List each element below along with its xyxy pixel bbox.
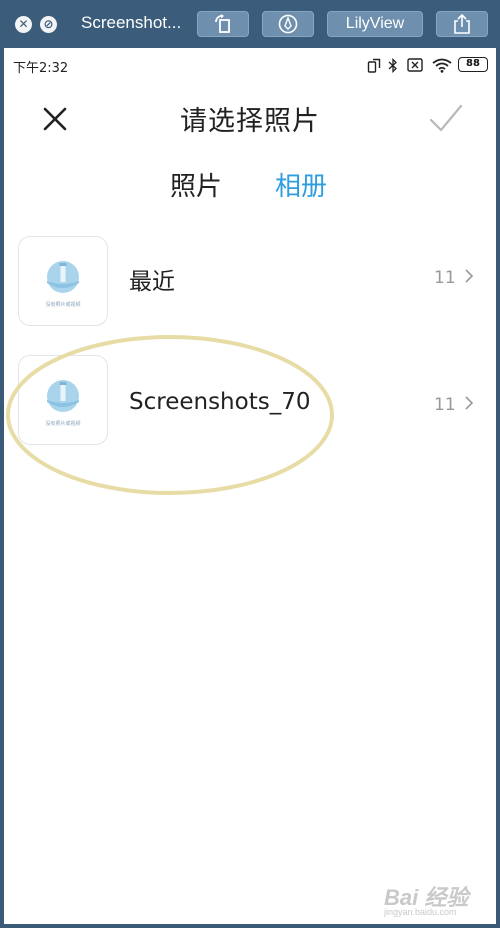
thumbnail-caption: 没有照片或视频 xyxy=(45,302,81,308)
status-bar: 下午2:32 88 xyxy=(4,48,496,84)
baidu-jingyan-watermark: Bai 经验 jingyan.baidu.com xyxy=(384,880,484,924)
top-navigation: 请选择照片 xyxy=(4,84,496,154)
album-thumbnail: 没有照片或视频 xyxy=(18,236,108,326)
lilyview-button[interactable]: LilyView xyxy=(327,11,423,37)
wifi-icon xyxy=(432,58,452,73)
rotate-left-icon xyxy=(215,14,230,33)
thumbnail-caption: 没有照片或视频 xyxy=(45,421,81,427)
album-row-screenshots[interactable]: 没有照片或视频 Screenshots_70 11 xyxy=(4,347,496,447)
viewer-titlebar: ✕ ⊘ Screenshot... LilyView xyxy=(0,0,500,48)
markup-button[interactable] xyxy=(262,11,314,37)
battery-level: 88 xyxy=(458,57,488,72)
checkmark-icon[interactable] xyxy=(428,102,464,136)
lighthouse-placeholder-icon xyxy=(47,380,79,412)
window-close-icon[interactable]: ✕ xyxy=(15,16,32,33)
pen-markup-icon xyxy=(278,14,298,34)
album-name: Screenshots_70 xyxy=(129,389,311,415)
rotate-button[interactable] xyxy=(197,11,249,37)
album-thumbnail: 没有照片或视频 xyxy=(18,355,108,445)
tab-photos[interactable]: 照片 xyxy=(170,166,222,203)
album-name: 最近 xyxy=(129,269,175,295)
photo-source-tabs: 照片 相册 xyxy=(4,166,496,206)
rotation-lock-icon xyxy=(367,58,381,73)
status-time: 下午2:32 xyxy=(13,61,69,76)
tab-albums[interactable]: 相册 xyxy=(275,166,327,203)
window-title: Screenshot... xyxy=(81,13,182,32)
chevron-right-icon xyxy=(465,269,474,283)
page-title: 请选择照片 xyxy=(180,106,320,137)
share-button[interactable] xyxy=(436,11,488,37)
album-count: 11 xyxy=(434,395,456,415)
share-icon xyxy=(454,14,470,34)
album-count: 11 xyxy=(434,268,456,288)
bluetooth-icon xyxy=(388,58,397,73)
watermark-url: jingyan.baidu.com xyxy=(384,907,457,917)
phone-screen: 下午2:32 88 请选择照片 照片 相册 没有照片或视频 最近 11 没有照片… xyxy=(4,48,496,924)
chevron-right-icon xyxy=(465,396,474,410)
lighthouse-placeholder-icon xyxy=(47,261,79,293)
window-minimize-icon[interactable]: ⊘ xyxy=(40,16,57,33)
no-sim-icon xyxy=(407,58,423,72)
album-row-recent[interactable]: 没有照片或视频 最近 11 xyxy=(4,228,496,328)
